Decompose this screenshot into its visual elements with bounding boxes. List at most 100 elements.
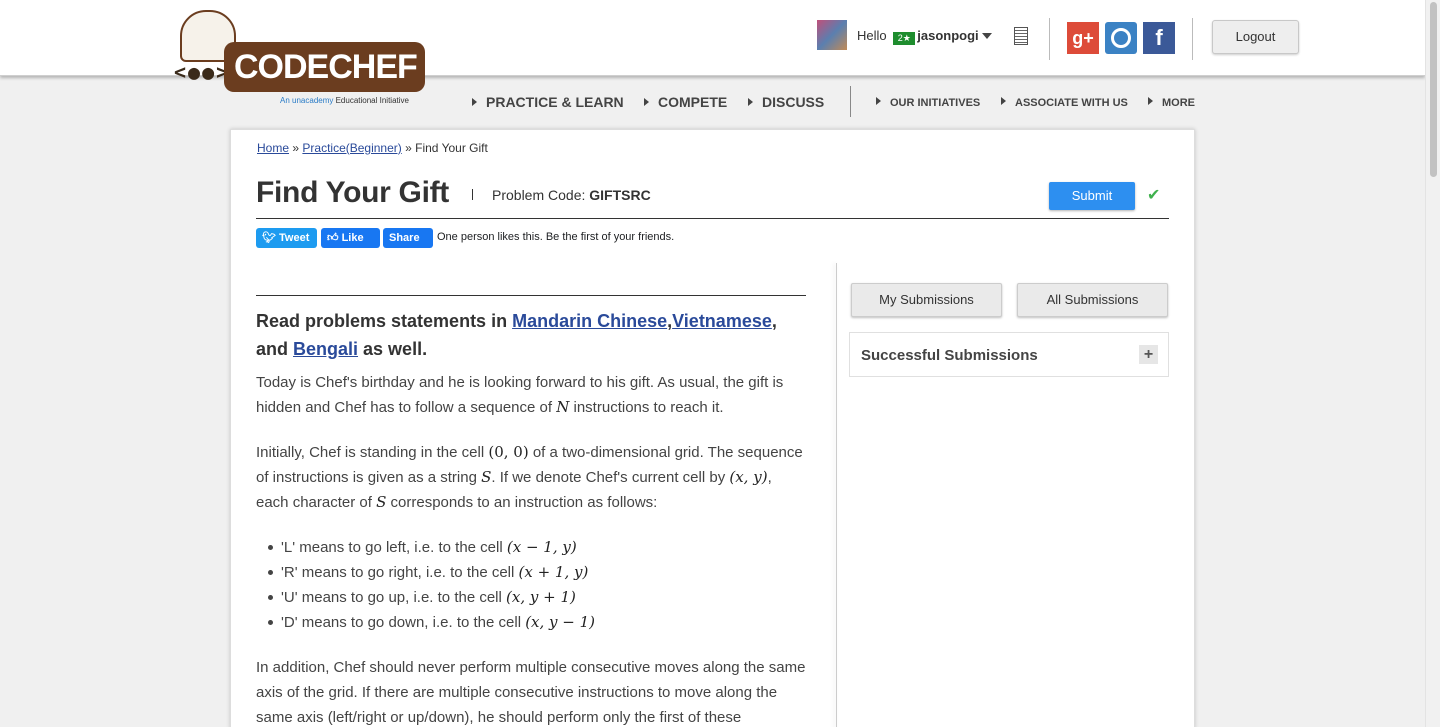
tweet-label: Tweet — [279, 232, 310, 244]
divider — [1192, 18, 1193, 60]
triangle-right-icon — [876, 97, 881, 105]
breadcrumb-current: Find Your Gift — [415, 141, 488, 155]
list-item-math: (x, y + 1) — [506, 588, 576, 606]
my-submissions-button[interactable]: My Submissions — [851, 283, 1002, 317]
list-item-math: (x, y − 1) — [525, 613, 596, 631]
instruction-list: 'L' means to go left, i.e. to the cell (… — [256, 535, 807, 635]
problem-code: Problem Code: GIFTSRC — [492, 187, 651, 203]
twitter-icon: 🐦︎ — [262, 232, 276, 244]
list-item: 'D' means to go down, i.e. to the cell (… — [256, 610, 807, 635]
paragraph-intro: Today is Chef's birthday and he is looki… — [256, 370, 807, 420]
list-item: 'U' means to go up, i.e. to the cell (x,… — [256, 585, 807, 610]
google-plus-icon[interactable]: g+ — [1067, 22, 1099, 54]
title-rule — [256, 218, 1169, 219]
breadcrumb-separator: » — [292, 141, 300, 155]
tagline-suffix: Educational Initiative — [333, 96, 409, 105]
nav-label: ASSOCIATE WITH US — [1015, 97, 1128, 109]
nav-discuss[interactable]: DISCUSS — [748, 94, 824, 110]
triangle-right-icon — [1001, 97, 1006, 105]
p2-text-c: . If we denote Chef's current cell by — [491, 469, 730, 486]
divider — [1049, 18, 1050, 60]
username: jasonpogi — [917, 28, 979, 43]
math-var-s: S — [376, 493, 387, 511]
all-submissions-button[interactable]: All Submissions — [1017, 283, 1168, 317]
logout-button[interactable]: Logout — [1212, 20, 1299, 54]
greeting-text: Hello — [857, 28, 887, 43]
problem-code-label: Problem Code: — [492, 187, 586, 203]
facebook-icon[interactable]: f — [1143, 22, 1175, 54]
page-title: Find Your Gift — [256, 176, 449, 209]
tweet-button[interactable]: 🐦︎ Tweet — [256, 228, 317, 248]
avatar[interactable] — [817, 20, 847, 50]
tagline-prefix: An — [280, 96, 293, 105]
list-item-text: 'L' means to go left, i.e. to the cell — [281, 539, 507, 556]
link-bengali[interactable]: Bengali — [293, 339, 358, 359]
nav-label: MORE — [1162, 97, 1195, 109]
language-links: Read problems statements in Mandarin Chi… — [256, 307, 807, 363]
nav-associate-with-us[interactable]: ASSOCIATE WITH US — [1001, 97, 1128, 109]
user-greeting[interactable]: Hello 2★ jasonpogi — [857, 28, 979, 45]
successful-submissions-panel[interactable]: Successful Submissions + — [849, 332, 1169, 377]
chevron-down-icon[interactable] — [982, 33, 992, 39]
top-header: <●●> CODECHEF An unacademy Educational I… — [0, 0, 1425, 105]
checkmark-icon: ✔ — [1147, 187, 1161, 204]
nav-more[interactable]: MORE — [1148, 97, 1195, 109]
problem-code-value: GIFTSRC — [589, 187, 651, 203]
column-divider — [836, 263, 837, 727]
nav-compete[interactable]: COMPETE — [644, 94, 727, 110]
link-mandarin-chinese[interactable]: Mandarin Chinese — [512, 311, 667, 331]
submit-button[interactable]: Submit — [1049, 182, 1135, 210]
triangle-right-icon — [472, 98, 477, 106]
thumbs-up-icon: 👍︎ — [327, 232, 339, 244]
p2-text-a: Initially, Chef is standing in the cell — [256, 444, 489, 461]
nav-divider — [850, 86, 851, 117]
breadcrumb: Home » Practice(Beginner) » Find Your Gi… — [257, 141, 488, 155]
expand-icon[interactable]: + — [1139, 345, 1158, 364]
math-xy: (x, y) — [729, 468, 768, 486]
nav-practice-learn[interactable]: PRACTICE & LEARN — [472, 94, 624, 110]
lang-suffix: as well. — [358, 339, 428, 359]
scrollbar[interactable] — [1425, 0, 1440, 727]
scrollbar-thumb[interactable] — [1430, 2, 1437, 177]
math-var-n: N — [556, 398, 570, 416]
breadcrumb-home[interactable]: Home — [257, 141, 289, 155]
successful-submissions-label: Successful Submissions — [861, 347, 1038, 364]
nav-label: COMPETE — [658, 94, 728, 110]
facebook-like-button[interactable]: 👍︎ Like — [321, 228, 380, 248]
math-var-s: S — [481, 468, 492, 486]
tagline-brand: unacademy — [292, 96, 334, 105]
like-label: Like — [341, 232, 364, 244]
nav-label: PRACTICE & LEARN — [486, 94, 624, 110]
nav-label: OUR INITIATIVES — [890, 97, 981, 109]
logo-face: <●●> — [174, 60, 231, 84]
problem-card: Home » Practice(Beginner) » Find Your Gi… — [230, 129, 1195, 727]
nav-label: DISCUSS — [762, 94, 825, 110]
facebook-share-button[interactable]: Share — [383, 228, 433, 248]
title-divider — [472, 189, 473, 200]
triangle-right-icon — [748, 98, 753, 106]
list-item: 'L' means to go left, i.e. to the cell (… — [256, 535, 807, 560]
list-item-math: (x − 1, y) — [506, 538, 577, 556]
list-item: 'R' means to go right, i.e. to the cell … — [256, 560, 807, 585]
list-item-text: 'R' means to go right, i.e. to the cell — [281, 564, 519, 581]
list-item-text: 'U' means to go up, i.e. to the cell — [281, 589, 507, 606]
codechef-logo[interactable]: <●●> CODECHEF An unacademy Educational I… — [172, 10, 432, 110]
document-icon[interactable] — [1014, 27, 1028, 45]
triangle-right-icon — [644, 98, 649, 106]
logo-tagline: An unacademy Educational Initiative — [280, 96, 409, 105]
github-icon[interactable] — [1105, 22, 1137, 54]
list-item-text: 'D' means to go down, i.e. to the cell — [281, 614, 526, 631]
list-item-math: (x + 1, y) — [518, 563, 589, 581]
p1-text-b: instructions to reach it. — [569, 399, 724, 416]
paragraph-constraint: In addition, Chef should never perform m… — [256, 659, 806, 726]
rating-flag-icon: 2★ — [893, 32, 916, 45]
breadcrumb-practice[interactable]: Practice(Beginner) — [302, 141, 401, 155]
paragraph-grid: Initially, Chef is standing in the cell … — [256, 440, 807, 515]
likes-count-text: One person likes this. Be the first of y… — [437, 231, 675, 243]
breadcrumb-separator: » — [405, 141, 412, 155]
lang-prefix: Read problems statements in — [256, 311, 513, 331]
statement-rule — [256, 295, 806, 296]
nav-our-initiatives[interactable]: OUR INITIATIVES — [876, 97, 980, 109]
math-origin: (0, 0) — [488, 443, 529, 461]
link-vietnamese[interactable]: Vietnamese — [672, 311, 772, 331]
